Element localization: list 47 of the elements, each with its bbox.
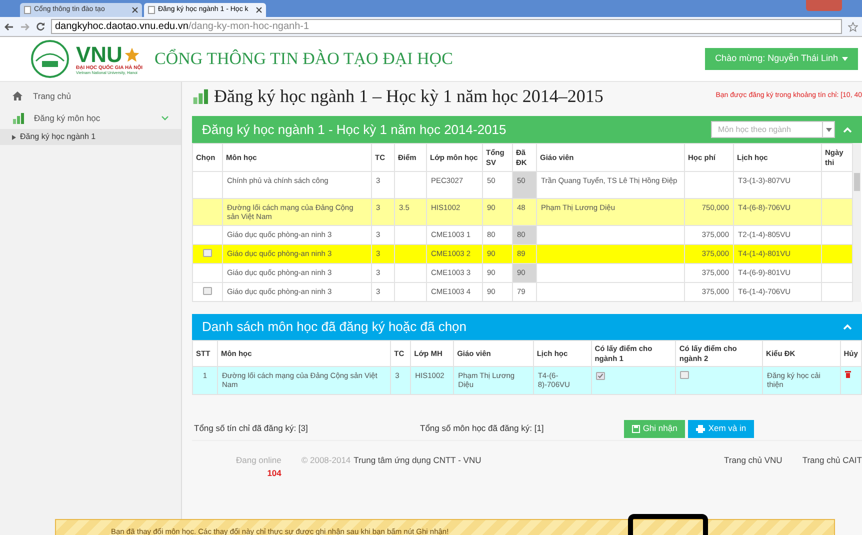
org-name: Trung tâm ứng dụng CNTT - VNU xyxy=(354,454,482,467)
panel-title: Danh sách môn học đã đăng ký hoặc đã chọn xyxy=(202,318,467,336)
page-title: Đăng ký học ngành 1 – Học kỳ 1 năm học 2014–2015 xyxy=(214,84,604,108)
copyright: © 2008-2014 xyxy=(301,454,351,467)
collapse-icon[interactable] xyxy=(843,126,852,132)
total-courses: Tổng số môn học đã đăng ký: [1] xyxy=(420,422,544,435)
scrollbar[interactable] xyxy=(853,143,861,302)
footer-link[interactable]: Trang chủ CAIT xyxy=(802,454,862,467)
checkbox[interactable] xyxy=(596,372,605,380)
home-icon xyxy=(12,91,23,101)
print-icon xyxy=(696,424,706,432)
back-icon[interactable] xyxy=(4,22,14,30)
url-field[interactable]: dangkyhoc.daotao.vnu.edu.vn/dang-ky-mon-hoc-nganh-1 xyxy=(51,19,842,34)
checkbox[interactable] xyxy=(680,371,690,379)
close-icon[interactable] xyxy=(132,7,138,13)
close-icon[interactable] xyxy=(256,7,262,13)
online-count: 104 xyxy=(267,466,282,480)
url-host: dangkyhoc.daotao.vnu.edu.vn xyxy=(55,20,188,34)
chart-icon xyxy=(12,112,24,124)
total-credits: Tổng số tín chỉ đã đăng ký: [3] xyxy=(194,422,309,435)
sidebar-item[interactable]: Trang chủ xyxy=(0,85,181,107)
online-label: Đang online xyxy=(236,454,282,467)
site-title: CỔNG THÔNG TIN ĐÀO TẠO ĐẠI HỌC xyxy=(154,48,453,70)
footer-link[interactable]: Trang chủ VNU xyxy=(724,454,782,467)
caret-icon xyxy=(842,57,848,61)
forward-icon[interactable] xyxy=(20,22,30,30)
checkbox[interactable] xyxy=(203,287,212,295)
panel-title: Đăng ký học ngành 1 - Học kỳ 1 năm học 2014-2015 xyxy=(202,120,506,139)
bullet-icon xyxy=(12,134,16,140)
page-icon xyxy=(24,6,31,14)
page-icon xyxy=(148,6,155,14)
chevron-icon xyxy=(161,115,169,121)
sidebar-item[interactable]: Đăng ký môn học xyxy=(0,107,181,129)
reload-icon[interactable] xyxy=(36,22,45,31)
save-icon xyxy=(632,424,640,432)
table-cell xyxy=(394,282,426,302)
url-path: /dang-ky-mon-hoc-nganh-1 xyxy=(188,20,310,34)
star-icon xyxy=(124,46,140,62)
logo-text: VNU xyxy=(76,44,122,66)
checkbox[interactable] xyxy=(203,249,212,257)
caret-icon xyxy=(826,128,832,132)
logo-emblem-icon xyxy=(30,39,70,79)
trash-icon[interactable] xyxy=(844,371,851,378)
star-icon[interactable] xyxy=(848,22,858,32)
chart-icon xyxy=(192,88,208,104)
sidebar-subitem[interactable]: Đăng ký học ngành 1 xyxy=(0,129,181,145)
collapse-icon[interactable] xyxy=(843,324,852,330)
